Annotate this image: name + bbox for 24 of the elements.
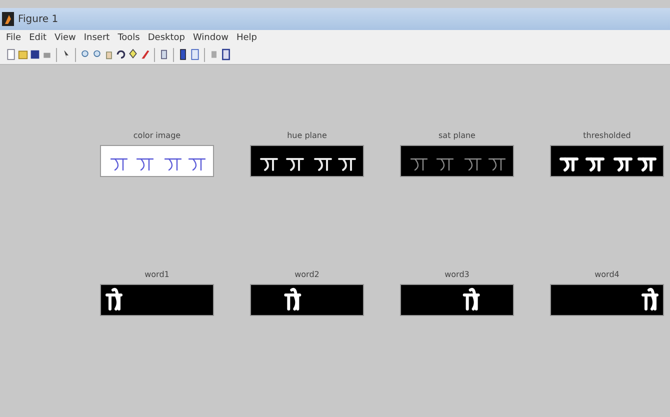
menu-item[interactable]: View [54,32,76,42]
plot-title: sat plane [438,131,476,140]
menu-item[interactable]: Insert [84,32,110,42]
menu-item[interactable]: Tools [118,32,140,42]
plot-title: word4 [594,270,620,279]
menu-item[interactable]: Help [236,32,258,42]
brush-icon[interactable] [140,48,150,61]
menu-item[interactable]: Edit [29,32,46,42]
plot-title: word1 [144,270,170,279]
menu-item[interactable]: Desktop [148,32,185,42]
colorbar-icon[interactable] [178,48,188,61]
plot-title: hue plane [287,131,327,140]
datacursor-icon[interactable] [128,48,138,61]
plot-title: thresholded [583,131,631,140]
plot-title: word3 [444,270,470,279]
figure-icon [2,12,14,26]
save-icon[interactable] [30,48,40,61]
menu-item[interactable]: Window [192,32,228,42]
new-icon[interactable] [6,48,16,61]
rotate-icon[interactable] [116,48,126,61]
plot-title: color image [133,131,181,140]
plot-title: word2 [294,270,320,279]
menu-item[interactable]: File [6,32,22,42]
window-title: Figure 1 [18,14,58,24]
